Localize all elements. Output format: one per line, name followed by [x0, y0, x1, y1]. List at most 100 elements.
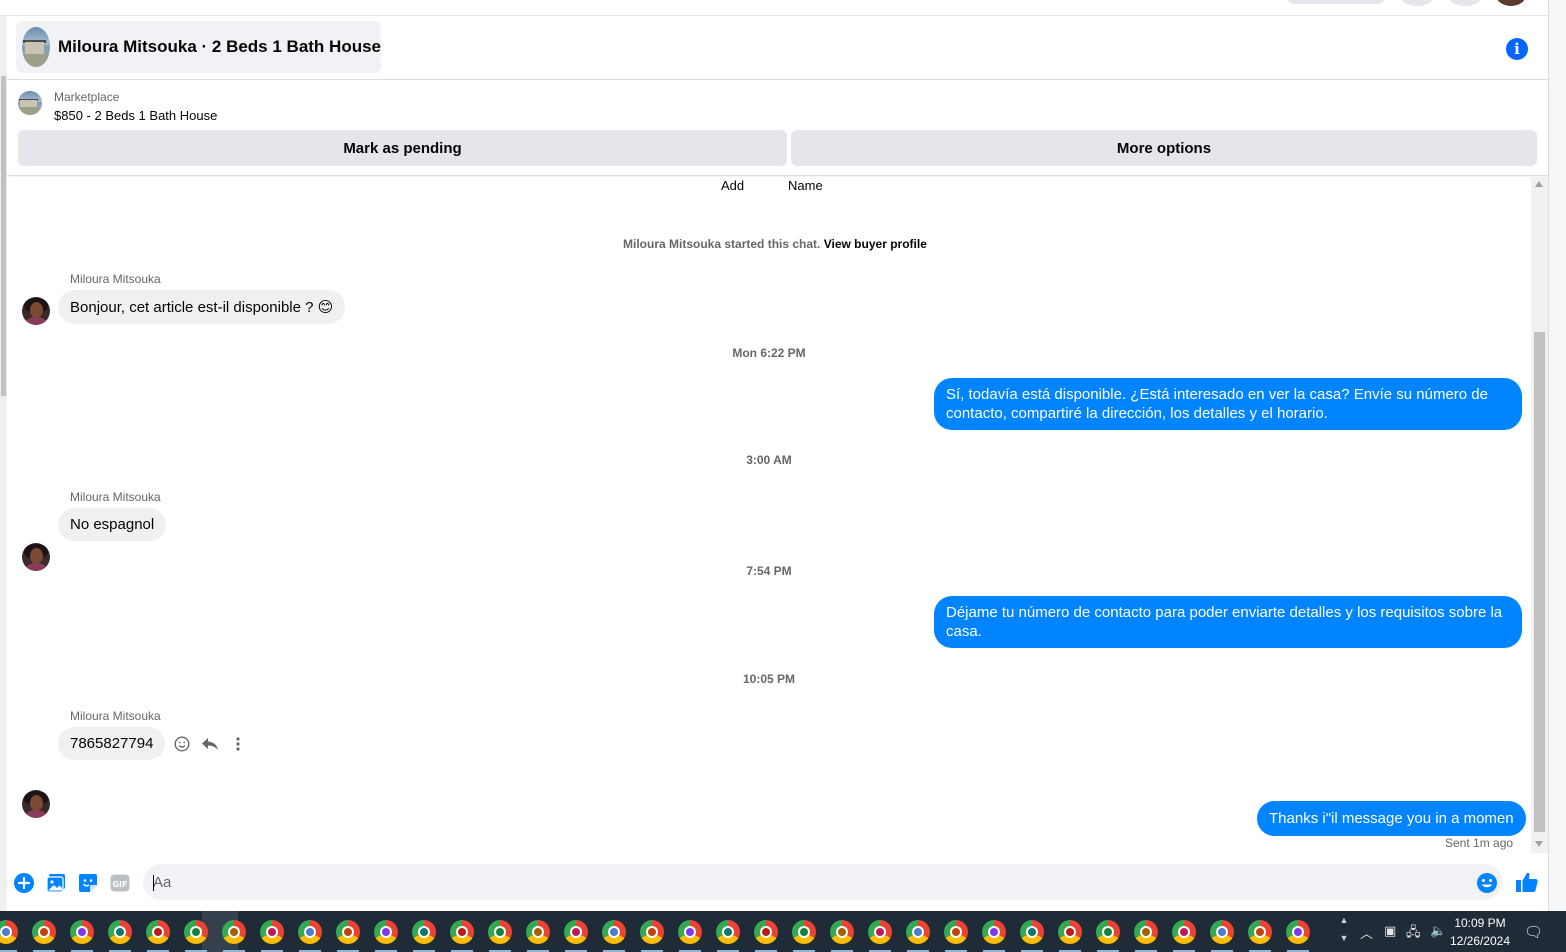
taskbar-browser-icon[interactable]: [374, 920, 398, 944]
taskbar-scroll-down-icon[interactable]: ▼: [1336, 929, 1352, 947]
taskbar-browser-icon[interactable]: [1096, 920, 1120, 944]
taskbar-browser-icon[interactable]: [640, 920, 664, 944]
taskbar-browser-icon[interactable]: [792, 920, 816, 944]
attach-image-icon[interactable]: [46, 873, 66, 893]
taskbar-browser-icon[interactable]: [564, 920, 588, 944]
listing-small-thumbnail[interactable]: [18, 91, 42, 115]
like-thumb-icon[interactable]: [1515, 870, 1539, 894]
gif-icon[interactable]: GIF: [110, 873, 130, 893]
taskbar-browser-icon[interactable]: [1172, 920, 1196, 944]
reply-icon[interactable]: [201, 735, 219, 753]
taskbar-browser-icon[interactable]: [298, 920, 322, 944]
taskbar-browser-icon[interactable]: [1020, 920, 1044, 944]
taskbar-browser-icon[interactable]: [678, 920, 702, 944]
taskbar-scroll[interactable]: ▲ ▼: [1336, 911, 1352, 952]
page-right-edge: [1548, 0, 1566, 911]
taskbar-browser-icon[interactable]: [1248, 920, 1272, 944]
incoming-message[interactable]: 7865827794: [58, 727, 166, 760]
volume-icon[interactable]: 🔈: [1430, 923, 1446, 939]
top-search-pill[interactable]: [1286, 0, 1386, 4]
scroll-down-arrow[interactable]: [1535, 841, 1543, 847]
taskbar-browser-icon[interactable]: [184, 920, 208, 944]
taskbar-browser-icon[interactable]: [868, 920, 892, 944]
taskbar-browser-icon[interactable]: [260, 920, 284, 944]
taskbar-browser-icon[interactable]: [1134, 920, 1158, 944]
outgoing-message[interactable]: Déjame tu número de contacto para poder …: [934, 596, 1522, 648]
incoming-message[interactable]: Bonjour, cet article est-il disponible ?…: [58, 290, 346, 324]
taskbar-browser-icon[interactable]: [1286, 920, 1310, 944]
taskbar-browser-icon[interactable]: [336, 920, 360, 944]
sticker-icon[interactable]: [78, 873, 98, 893]
mark-as-pending-button[interactable]: Mark as pending: [18, 130, 787, 166]
more-actions-icon[interactable]: [229, 735, 247, 753]
top-menu-button[interactable]: [1400, 0, 1434, 6]
add-label[interactable]: Add: [721, 178, 744, 193]
taskbar-browser-icon[interactable]: [1210, 920, 1234, 944]
network-icon[interactable]: 🖧: [1406, 923, 1421, 945]
taskbar-browser-icon[interactable]: [222, 920, 246, 944]
svg-text:GIF: GIF: [112, 880, 127, 889]
taskbar-browser-icon[interactable]: [906, 920, 930, 944]
taskbar-browser-icon[interactable]: [450, 920, 474, 944]
taskbar-browser-icon[interactable]: [488, 920, 512, 944]
taskbar-browser-icon[interactable]: [70, 920, 94, 944]
name-label[interactable]: Name: [788, 178, 823, 193]
sender-name: Miloura Mitsouka: [70, 490, 161, 504]
taskbar-browser-icon[interactable]: [412, 920, 436, 944]
chat-header: Miloura Mitsouka · 2 Beds 1 Bath House i: [7, 16, 1548, 80]
listing-thumbnail: [22, 27, 50, 67]
taskbar-browser-icon[interactable]: [32, 920, 56, 944]
sender-name: Miloura Mitsouka: [70, 709, 161, 723]
account-avatar[interactable]: [1496, 0, 1526, 6]
page-scrollbar-thumb[interactable]: [1, 76, 6, 396]
taskbar-browser-icon[interactable]: [754, 920, 778, 944]
text-caret: [153, 875, 154, 891]
more-options-button[interactable]: More options: [791, 130, 1537, 166]
chevron-up-icon[interactable]: ︿: [1360, 923, 1373, 942]
messages-scrollbar-thumb[interactable]: [1534, 332, 1545, 832]
taskbar-scroll-up-icon[interactable]: ▲: [1336, 911, 1352, 929]
message-status: Sent 1m ago: [1445, 836, 1514, 850]
scroll-up-arrow[interactable]: [1535, 181, 1543, 187]
sender-avatar[interactable]: [22, 790, 50, 818]
conversation-title: Miloura Mitsouka · 2 Beds 1 Bath House: [57, 37, 381, 56]
listing-price-title[interactable]: $850 - 2 Beds 1 Bath House: [54, 108, 217, 123]
taskbar-browser-icon[interactable]: [146, 920, 170, 944]
taskbar-browser-icon[interactable]: [602, 920, 626, 944]
timestamp: 3:00 AM: [746, 453, 792, 467]
timestamp: Mon 6:22 PM: [732, 346, 806, 360]
taskbar-browser-icon[interactable]: [1058, 920, 1082, 944]
conversation-title-button[interactable]: Miloura Mitsouka · 2 Beds 1 Bath House: [16, 21, 381, 73]
sender-name: Miloura Mitsouka: [70, 272, 161, 286]
taskbar-browser-icon[interactable]: [526, 920, 550, 944]
top-notifications-button[interactable]: [1448, 0, 1482, 6]
emoji-icon[interactable]: [1476, 872, 1498, 894]
windows-taskbar: ▲ ▼ ︿ ▣ 🖧 🔈 🗨 10:09 PM 12/26/2024: [0, 911, 1566, 952]
react-emoji-icon[interactable]: [173, 735, 191, 753]
taskbar-browser-icon[interactable]: [982, 920, 1006, 944]
outgoing-message[interactable]: Thanks i"il message you in a momen: [1257, 801, 1526, 836]
taskbar-browser-icon[interactable]: [944, 920, 968, 944]
taskbar-apps: [0, 911, 1336, 952]
timestamp: 7:54 PM: [746, 564, 792, 578]
marketplace-label: Marketplace: [54, 90, 120, 104]
outgoing-message[interactable]: Sí, todavía está disponible. ¿Está inter…: [934, 378, 1522, 430]
taskbar-browser-icon[interactable]: [830, 920, 854, 944]
messages-scrollbar[interactable]: [1531, 177, 1548, 853]
info-icon[interactable]: i: [1506, 38, 1528, 60]
page-scrollbar[interactable]: [0, 16, 7, 911]
meet-now-icon[interactable]: ▣: [1384, 923, 1396, 939]
notification-center-icon[interactable]: 🗨: [1524, 923, 1543, 941]
clock-time[interactable]: 10:09 PM: [1447, 916, 1513, 930]
sender-avatar[interactable]: [22, 297, 50, 325]
taskbar-browser-icon[interactable]: [108, 920, 132, 944]
timestamp: 10:05 PM: [742, 672, 796, 686]
taskbar-browser-icon[interactable]: [0, 920, 18, 944]
chat-started-notice: Miloura Mitsouka started this chat. View…: [623, 237, 927, 251]
plus-icon[interactable]: [14, 873, 34, 893]
clock-date[interactable]: 12/26/2024: [1447, 934, 1513, 948]
message-input[interactable]: [143, 864, 1502, 900]
taskbar-browser-icon[interactable]: [716, 920, 740, 944]
incoming-message[interactable]: No espagnol: [58, 508, 167, 541]
view-buyer-profile-link[interactable]: View buyer profile: [824, 237, 927, 251]
